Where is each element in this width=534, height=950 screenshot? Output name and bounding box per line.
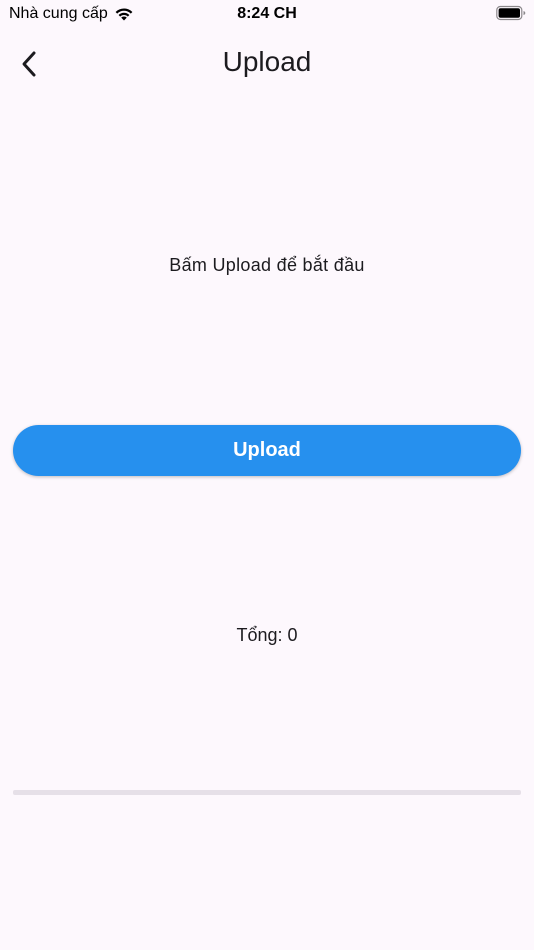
- status-bar: Nhà cung cấp 8:24 CH: [0, 0, 534, 30]
- status-time: 8:24 CH: [237, 5, 297, 22]
- instruction-text: Bấm Upload để bắt đầu: [169, 255, 365, 275]
- battery-icon: [496, 5, 526, 21]
- upload-button[interactable]: Upload: [13, 425, 521, 476]
- total-count: Tổng: 0: [236, 625, 298, 645]
- upload-progress-bar: [13, 790, 521, 795]
- app-bar: Upload: [0, 36, 534, 92]
- page-title: Upload: [222, 46, 312, 77]
- upload-screen: Nhà cung cấp 8:24 CH Upload Bấm Upload đ…: [0, 0, 534, 950]
